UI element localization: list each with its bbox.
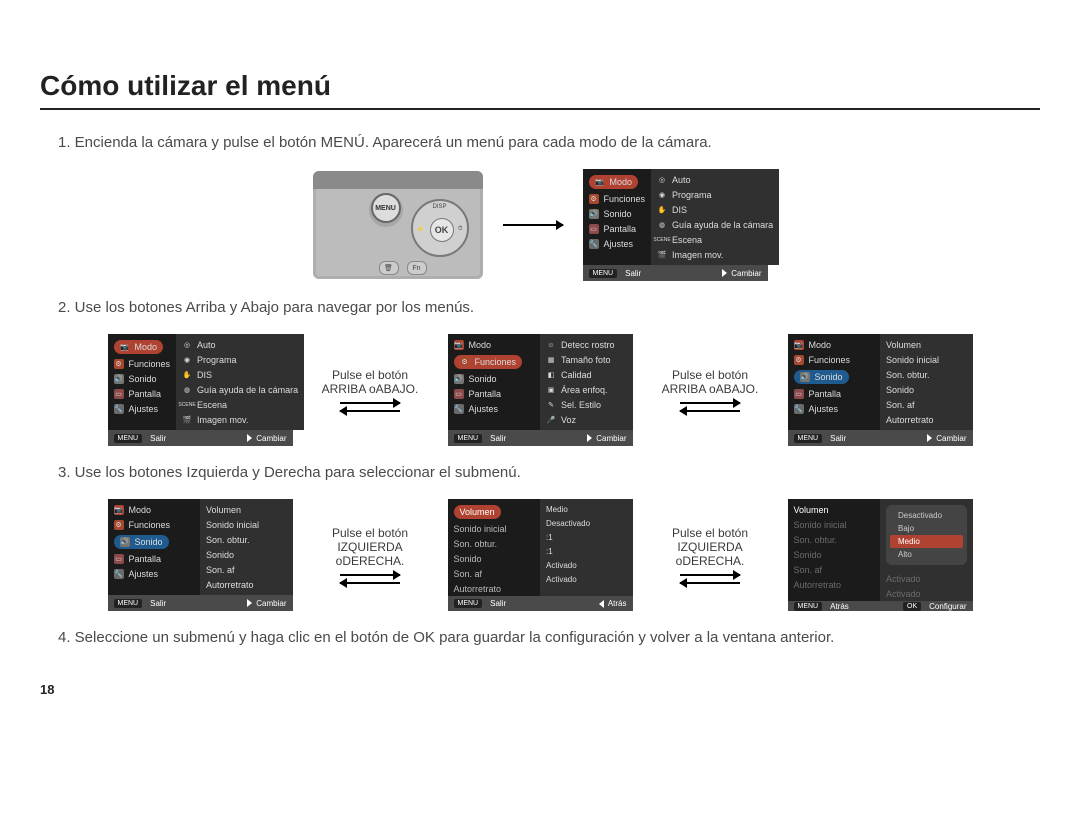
movie-icon: 🎬 — [657, 250, 667, 260]
camera-icon: 📷 — [595, 177, 605, 187]
hint-leftright-2: Pulse el botón IZQUIERDA oDERECHA. — [653, 526, 768, 584]
menu-item-funciones[interactable]: Funciones — [604, 194, 646, 204]
menu-screen-main: 📷 Modo ⚙ Funciones 🔊 Sonido ▭ Pantalla 🔧 Ajus… — [583, 169, 768, 281]
arrow-left-icon — [340, 410, 400, 412]
camera-controls-diagram: MENU OK DISP ⚡ ⏱ 🗑 Fn — [313, 171, 483, 279]
menu-tag: MENU — [589, 269, 618, 278]
guide-icon: ◍ — [657, 220, 667, 230]
opt-desactivado[interactable]: Desactivado — [890, 509, 963, 522]
step-1-figure-row: MENU OK DISP ⚡ ⏱ 🗑 Fn 📷 Modo ⚙ Funciones 🔊… — [40, 169, 1040, 281]
display-icon: ▭ — [589, 224, 599, 234]
dpad-up-label: DISP — [433, 204, 447, 210]
menu-item-ajustes[interactable]: Ajustes — [604, 239, 634, 249]
step-2-figure-row: 📷Modo ⚙Funciones 🔊Sonido ▭Pantalla 🔧Ajus… — [40, 334, 1040, 446]
program-icon: ◉ — [657, 190, 667, 200]
footer-atras[interactable]: Atrás — [608, 599, 627, 608]
play-icon — [722, 269, 727, 277]
menu-item-modo[interactable]: Modo — [610, 177, 633, 187]
menu-button[interactable]: MENU — [371, 193, 401, 223]
menu-screen-2b: 📷Modo ⚙Funciones 🔊Sonido ▭Pantalla 🔧Ajus… — [448, 334, 633, 446]
dpad[interactable]: OK DISP ⚡ ⏱ — [411, 199, 469, 257]
dpad-left-label: ⚡ — [417, 226, 424, 233]
menu-screen-2c: 📷Modo ⚙Funciones 🔊Sonido ▭Pantalla 🔧Ajus… — [788, 334, 973, 446]
hint-updown-1: Pulse el botón ARRIBA oABAJO. — [313, 368, 428, 412]
footer-cambiar[interactable]: Cambiar — [731, 269, 761, 278]
dpad-right-label: ⏱ — [458, 226, 463, 233]
menu-screen-3b: Volumen Sonido inicial Son. obtur. Sonid… — [448, 499, 633, 611]
page-title: Cómo utilizar el menú — [40, 70, 1040, 110]
ok-tag: OK — [903, 602, 921, 611]
menu-screen-2a: 📷Modo ⚙Funciones 🔊Sonido ▭Pantalla 🔧Ajus… — [108, 334, 293, 446]
opt-alto[interactable]: Alto — [890, 548, 963, 561]
menu-screen-3a: 📷Modo ⚙Funciones 🔊Sonido ▭Pantalla 🔧Ajus… — [108, 499, 293, 611]
delete-button[interactable]: 🗑 — [379, 261, 399, 275]
arrow-right-icon — [340, 402, 400, 404]
opt-bajo[interactable]: Bajo — [890, 522, 963, 535]
menu-item-pantalla[interactable]: Pantalla — [604, 224, 637, 234]
gear-icon: ⚙ — [589, 194, 599, 204]
footer-salir[interactable]: Salir — [625, 269, 641, 278]
auto-icon: ◎ — [657, 175, 667, 185]
wrench-icon: 🔧 — [589, 239, 599, 249]
step-3-text: 3. Use los botones Izquierda y Derecha p… — [58, 464, 1040, 481]
menu-item-sonido[interactable]: Sonido — [604, 209, 632, 219]
footer-configurar[interactable]: Configurar — [929, 602, 966, 611]
back-icon — [599, 600, 604, 608]
step-3-figure-row: 📷Modo ⚙Funciones 🔊Sonido ▭Pantalla 🔧Ajus… — [40, 499, 1040, 611]
menu-screen-3c: Volumen Sonido inicial Son. obtur. Sonid… — [788, 499, 973, 611]
page-number: 18 — [40, 682, 1040, 697]
scene-icon: SCENE — [657, 235, 667, 245]
opt-medio[interactable]: Medio — [890, 535, 963, 548]
sub-volumen[interactable]: Volumen — [460, 507, 495, 517]
hint-leftright-1: Pulse el botón IZQUIERDA oDERECHA. — [313, 526, 428, 584]
step-1-text: 1. Encienda la cámara y pulse el botón M… — [58, 134, 1040, 151]
option-panel: Desactivado Bajo Medio Alto — [886, 505, 967, 565]
speaker-icon: 🔊 — [589, 209, 599, 219]
fn-button[interactable]: Fn — [407, 261, 427, 275]
step-4-text: 4. Seleccione un submenú y haga clic en … — [58, 629, 1040, 646]
hint-updown-2: Pulse el botón ARRIBA oABAJO. — [653, 368, 768, 412]
dis-icon: ✋ — [657, 205, 667, 215]
arrow-right — [503, 224, 563, 226]
ok-button[interactable]: OK — [430, 218, 454, 242]
step-2-text: 2. Use los botones Arriba y Abajo para n… — [58, 299, 1040, 316]
